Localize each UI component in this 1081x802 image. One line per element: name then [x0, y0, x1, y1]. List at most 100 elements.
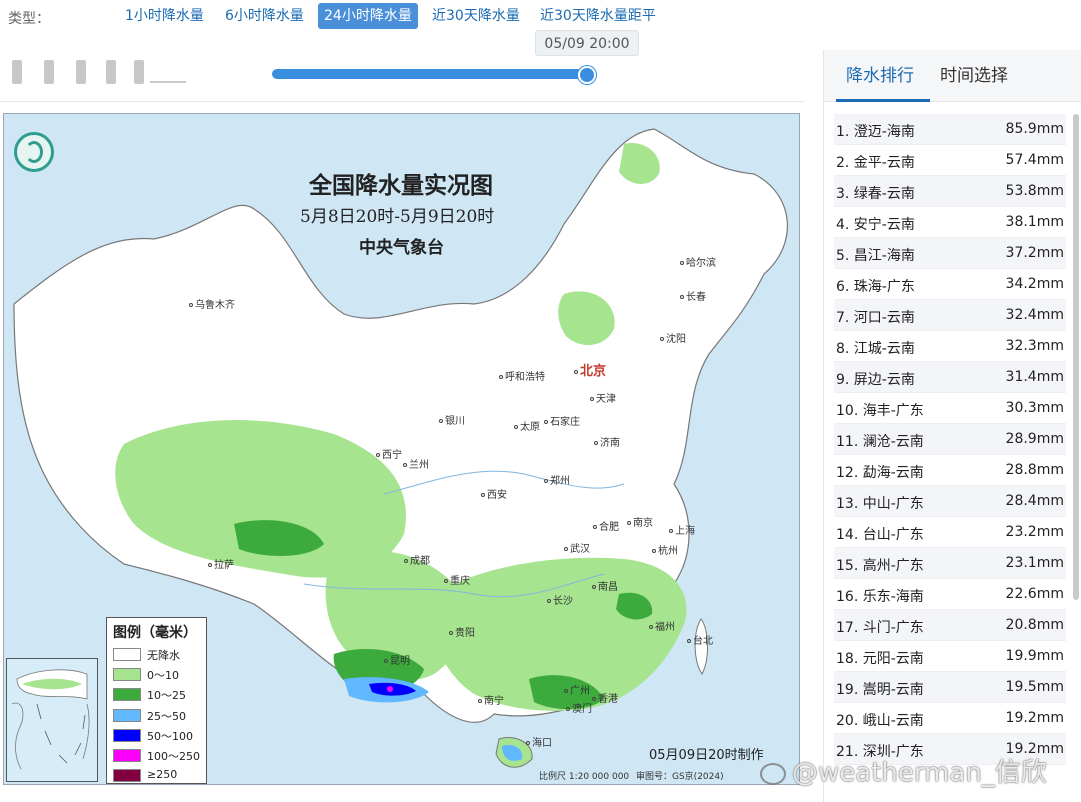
nine-dash-line	[36, 703, 86, 764]
legend-swatch	[113, 749, 141, 762]
city-marker	[680, 261, 684, 265]
ranking-station: 5. 昌江-海南	[836, 248, 915, 264]
city-label: 杭州	[658, 546, 678, 557]
ranking-station: 18. 元阳-云南	[836, 651, 924, 667]
legend-label: ≥250	[147, 768, 178, 781]
city: 贵阳	[449, 624, 475, 639]
city-label: 长沙	[553, 596, 573, 607]
ranking-value: 32.3mm	[1005, 338, 1064, 354]
city-label: 昆明	[390, 656, 410, 667]
ranking-row[interactable]: 15. 高州-广东 23.1mm	[834, 548, 1066, 579]
watermark: @weatherman_信欣	[760, 752, 1047, 789]
city-marker	[376, 453, 380, 457]
city: 长沙	[547, 592, 573, 607]
inset-coast	[82, 703, 90, 760]
inset-graphic	[11, 669, 90, 770]
city-label: 石家庄	[550, 417, 580, 428]
ranking-value: 30.3mm	[1005, 400, 1064, 416]
ranking-row[interactable]: 18. 元阳-云南 19.9mm	[834, 641, 1066, 672]
ranking-row[interactable]: 14. 台山-广东 23.2mm	[834, 517, 1066, 548]
blurred-divider	[150, 81, 186, 83]
city-marker	[404, 559, 408, 563]
city: 广州	[564, 682, 590, 697]
city-marker	[680, 295, 684, 299]
map-title: 全国降水量实况图	[309, 172, 493, 199]
ranking-value: 85.9mm	[1005, 121, 1064, 137]
legend-swatch	[113, 668, 141, 681]
legend-label: 25～50	[147, 710, 186, 723]
city-label: 济南	[600, 438, 620, 449]
ranking-row[interactable]: 5. 昌江-海南 37.2mm	[834, 238, 1066, 269]
tab-30d-anomaly[interactable]: 近30天降水量距平	[534, 3, 662, 29]
ranking-station: 13. 中山-广东	[836, 496, 924, 512]
ranking-station: 8. 江城-云南	[836, 341, 915, 357]
blurred-control	[44, 60, 54, 84]
city-capital: 北京	[574, 360, 606, 379]
tab-1h-precip[interactable]: 1小时降水量	[119, 3, 210, 29]
city-label: 台北	[693, 636, 713, 647]
city: 哈尔滨	[680, 254, 716, 269]
ranking-row[interactable]: 11. 澜沧-云南 28.9mm	[834, 424, 1066, 455]
ranking-row[interactable]: 1. 澄迈-海南 85.9mm	[834, 114, 1066, 145]
ranking-row[interactable]: 7. 河口-云南 32.4mm	[834, 300, 1066, 331]
ranking-row[interactable]: 2. 金平-云南 57.4mm	[834, 145, 1066, 176]
ranking-row[interactable]: 9. 屏边-云南 31.4mm	[834, 362, 1066, 393]
ranking-row[interactable]: 17. 斗门-广东 20.8mm	[834, 610, 1066, 641]
city-marker	[384, 659, 388, 663]
legend-swatch	[113, 769, 141, 782]
ranking-row[interactable]: 6. 珠海-广东 34.2mm	[834, 269, 1066, 300]
ranking-row[interactable]: 16. 乐东-海南 22.6mm	[834, 579, 1066, 610]
ranking-value: 53.8mm	[1005, 183, 1064, 199]
ranking-row[interactable]: 3. 绿春-云南 53.8mm	[834, 176, 1066, 207]
city: 福州	[649, 618, 675, 633]
tab-precip-ranking[interactable]: 降水排行	[846, 61, 914, 91]
ranking-station: 20. 峨山-云南	[836, 713, 924, 729]
active-tab-indicator	[836, 99, 930, 102]
ranking-value: 22.6mm	[1005, 586, 1064, 602]
ranking-row[interactable]: 19. 嵩明-云南 19.5mm	[834, 672, 1066, 703]
cma-logo-mark	[25, 141, 43, 163]
type-label: 类型：	[8, 11, 50, 27]
city: 天津	[590, 390, 616, 405]
city: 西宁	[376, 446, 402, 461]
city-label: 哈尔滨	[686, 258, 716, 269]
tab-time-select[interactable]: 时间选择	[940, 61, 1008, 91]
ranking-row[interactable]: 13. 中山-广东 28.4mm	[834, 486, 1066, 517]
legend-label: 50～100	[147, 730, 193, 743]
tab-24h-precip[interactable]: 24小时降水量	[318, 3, 418, 29]
city: 郑州	[544, 472, 570, 487]
ranking-station: 12. 勐海-云南	[836, 465, 924, 481]
city: 拉萨	[208, 556, 234, 571]
ranking-row[interactable]: 4. 安宁-云南 38.1mm	[834, 207, 1066, 238]
ranking-row[interactable]: 12. 勐海-云南 28.8mm	[834, 455, 1066, 486]
ranking-station: 11. 澜沧-云南	[836, 434, 924, 450]
city: 呼和浩特	[499, 368, 545, 383]
ranking-scrollbar[interactable]	[1073, 114, 1079, 600]
ranking-row[interactable]: 20. 峨山-云南 19.2mm	[834, 703, 1066, 734]
city-marker	[592, 585, 596, 589]
map-approval-number: 审图号：GS京(2024)	[636, 772, 724, 782]
city: 长春	[680, 288, 706, 303]
time-slider-track[interactable]	[272, 69, 588, 79]
legend-swatch	[113, 709, 141, 722]
city-label: 成都	[410, 556, 430, 567]
city-marker	[592, 697, 596, 701]
city-label: 太原	[520, 422, 540, 433]
blurred-control	[134, 60, 144, 84]
ranking-value: 38.1mm	[1005, 214, 1064, 230]
city-marker	[574, 369, 578, 374]
time-slider-handle[interactable]	[578, 66, 596, 84]
ranking-station: 10. 海丰-广东	[836, 403, 924, 419]
ranking-row[interactable]: 10. 海丰-广东 30.3mm	[834, 393, 1066, 424]
ranking-station: 3. 绿春-云南	[836, 186, 915, 202]
city-label: 合肥	[599, 522, 619, 533]
city: 杭州	[652, 542, 678, 557]
ranking-row[interactable]: 8. 江城-云南 32.3mm	[834, 331, 1066, 362]
ranking-value: 23.2mm	[1005, 524, 1064, 540]
city: 武汉	[564, 540, 590, 555]
tab-30d-precip[interactable]: 近30天降水量	[426, 3, 526, 29]
city-marker	[669, 529, 673, 533]
tab-6h-precip[interactable]: 6小时降水量	[219, 3, 310, 29]
city: 沈阳	[660, 330, 686, 345]
city-marker	[594, 441, 598, 445]
